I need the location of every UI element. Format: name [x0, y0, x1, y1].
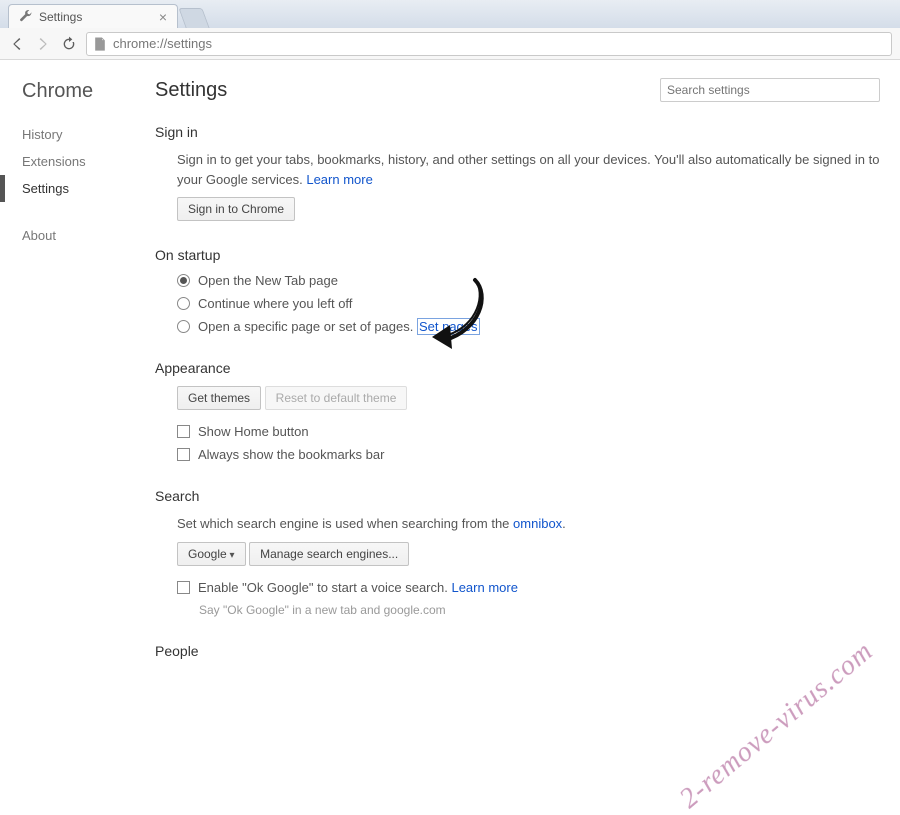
set-pages-link[interactable]: Set pages [417, 318, 480, 335]
search-settings-input[interactable] [660, 78, 880, 102]
startup-option-continue[interactable]: Continue where you left off [177, 296, 880, 311]
page-icon [93, 37, 107, 51]
manage-search-engines-button[interactable]: Manage search engines... [249, 542, 409, 566]
back-icon[interactable] [8, 35, 26, 53]
section-heading-signin: Sign in [155, 124, 880, 140]
address-bar[interactable]: chrome://settings [86, 32, 892, 56]
reset-theme-button: Reset to default theme [265, 386, 408, 410]
ok-google-learn-more-link[interactable]: Learn more [451, 580, 517, 595]
page-title: Settings [155, 79, 227, 102]
sidebar-item-extensions[interactable]: Extensions [22, 148, 145, 175]
section-search: Search Set which search engine is used w… [155, 488, 880, 617]
signin-learn-more-link[interactable]: Learn more [306, 172, 372, 187]
radio-icon [177, 297, 190, 310]
show-bookmarks-checkbox[interactable]: Always show the bookmarks bar [177, 447, 880, 462]
browser-toolbar: chrome://settings [0, 28, 900, 60]
startup-option-specific[interactable]: Open a specific page or set of pages. Se… [177, 319, 880, 334]
new-tab-button[interactable] [178, 8, 209, 28]
signin-button[interactable]: Sign in to Chrome [177, 197, 295, 221]
section-appearance: Appearance Get themes Reset to default t… [155, 360, 880, 462]
startup-option-newtab[interactable]: Open the New Tab page [177, 273, 880, 288]
section-heading-appearance: Appearance [155, 360, 880, 376]
radio-icon [177, 320, 190, 333]
search-text: Set which search engine is used when sea… [177, 514, 880, 534]
omnibox-link[interactable]: omnibox [513, 516, 562, 531]
sidebar-title: Chrome [22, 80, 145, 103]
section-people: People [155, 643, 880, 659]
settings-sidebar: Chrome History Extensions Settings About [0, 60, 145, 700]
wrench-icon [19, 10, 33, 24]
ok-google-helper: Say "Ok Google" in a new tab and google.… [199, 603, 880, 617]
section-heading-people: People [155, 643, 880, 659]
sidebar-item-settings[interactable]: Settings [22, 175, 145, 202]
sidebar-item-history[interactable]: History [22, 121, 145, 148]
forward-icon[interactable] [34, 35, 52, 53]
section-signin: Sign in Sign in to get your tabs, bookma… [155, 124, 880, 221]
checkbox-icon [177, 581, 190, 594]
radio-icon [177, 274, 190, 287]
ok-google-checkbox[interactable]: Enable "Ok Google" to start a voice sear… [177, 580, 880, 595]
signin-text: Sign in to get your tabs, bookmarks, his… [177, 150, 880, 189]
address-text: chrome://settings [113, 36, 212, 51]
section-startup: On startup Open the New Tab page Continu… [155, 247, 880, 334]
reload-icon[interactable] [60, 35, 78, 53]
checkbox-icon [177, 425, 190, 438]
browser-tab[interactable]: Settings × [8, 4, 178, 28]
close-icon[interactable]: × [159, 10, 167, 24]
tab-title: Settings [39, 10, 82, 24]
settings-main: Settings Sign in Sign in to get your tab… [145, 60, 900, 700]
section-heading-search: Search [155, 488, 880, 504]
browser-tabstrip: Settings × [0, 0, 900, 28]
main-header: Settings [155, 78, 880, 102]
section-heading-startup: On startup [155, 247, 880, 263]
settings-content: Chrome History Extensions Settings About… [0, 60, 900, 700]
checkbox-icon [177, 448, 190, 461]
search-engine-dropdown[interactable]: Google [177, 542, 246, 566]
get-themes-button[interactable]: Get themes [177, 386, 261, 410]
show-home-checkbox[interactable]: Show Home button [177, 424, 880, 439]
sidebar-item-about[interactable]: About [22, 222, 145, 249]
